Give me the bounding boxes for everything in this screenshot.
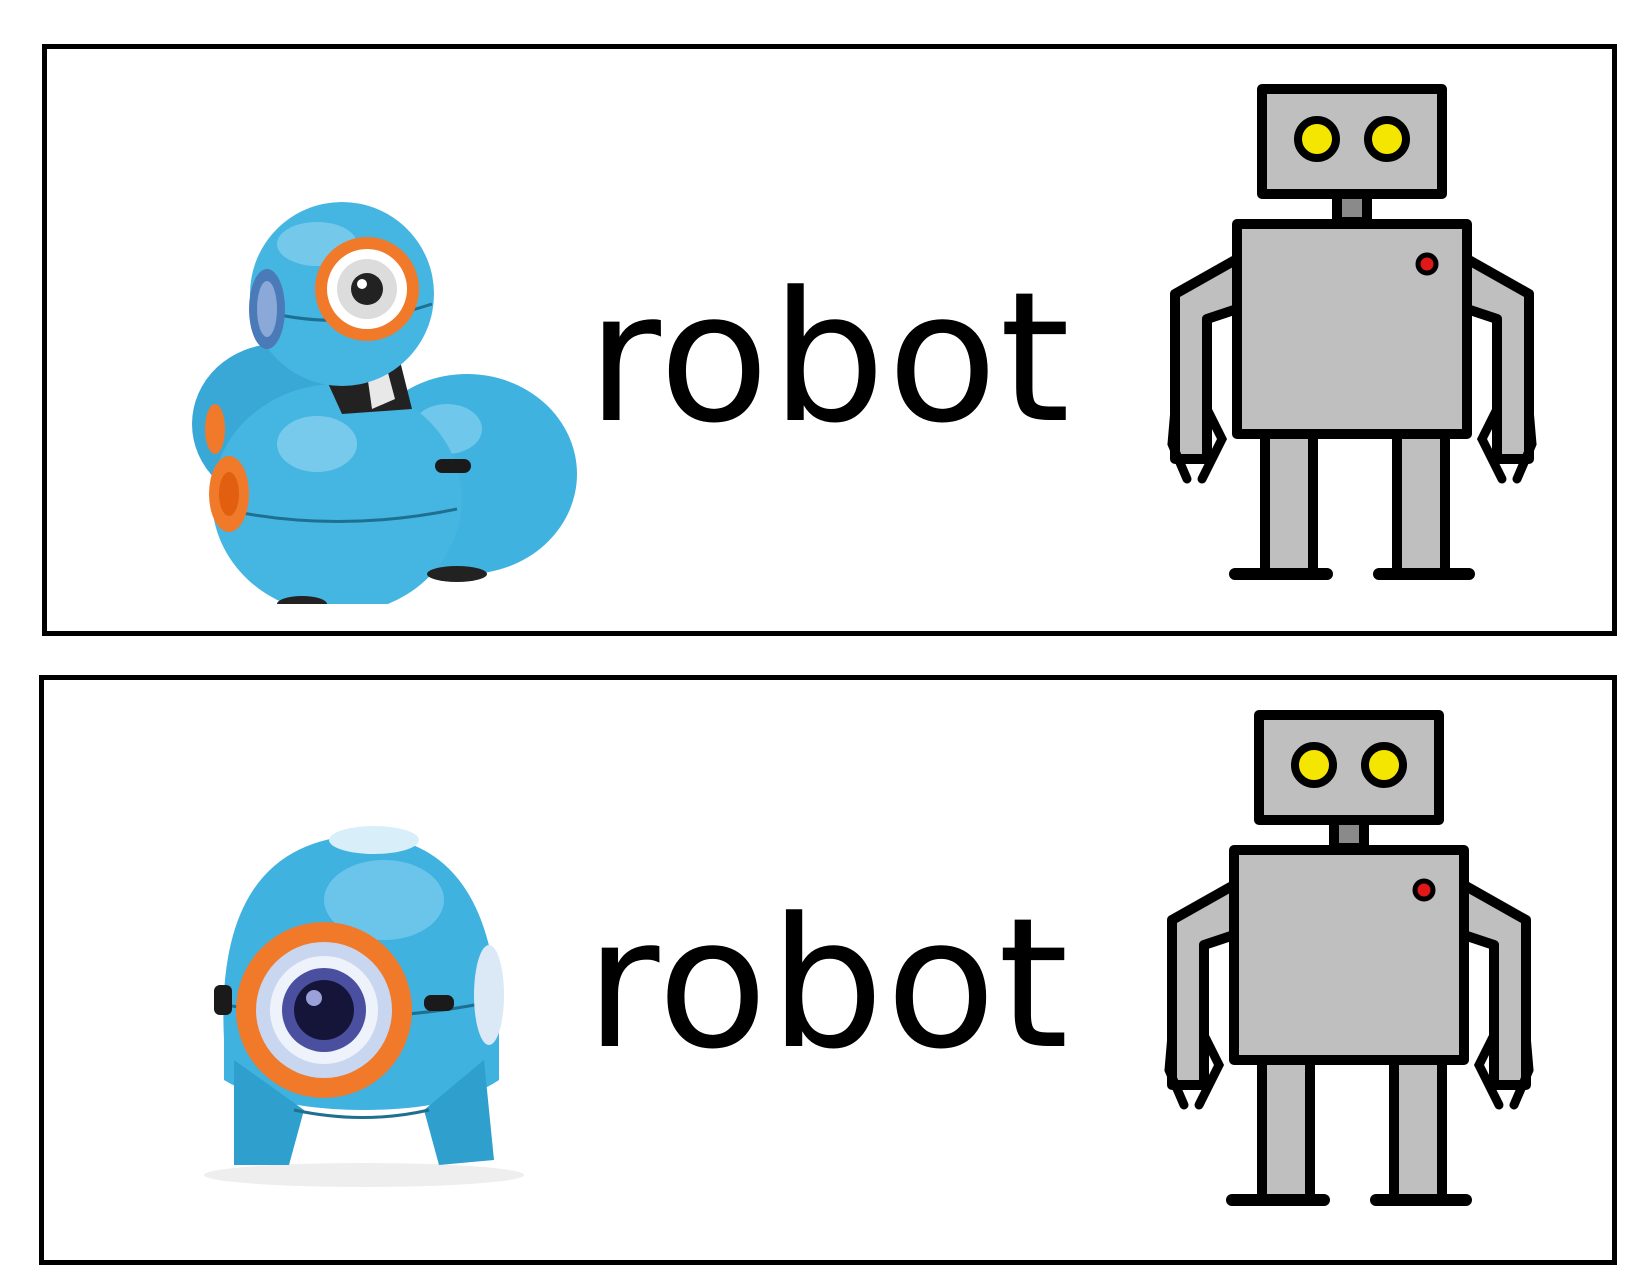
vocab-card-2: robot bbox=[39, 675, 1617, 1265]
vocab-card-1: robot bbox=[42, 44, 1617, 636]
robot-clipart-icon bbox=[1164, 710, 1534, 1206]
robot-clipart-icon bbox=[1167, 84, 1537, 580]
